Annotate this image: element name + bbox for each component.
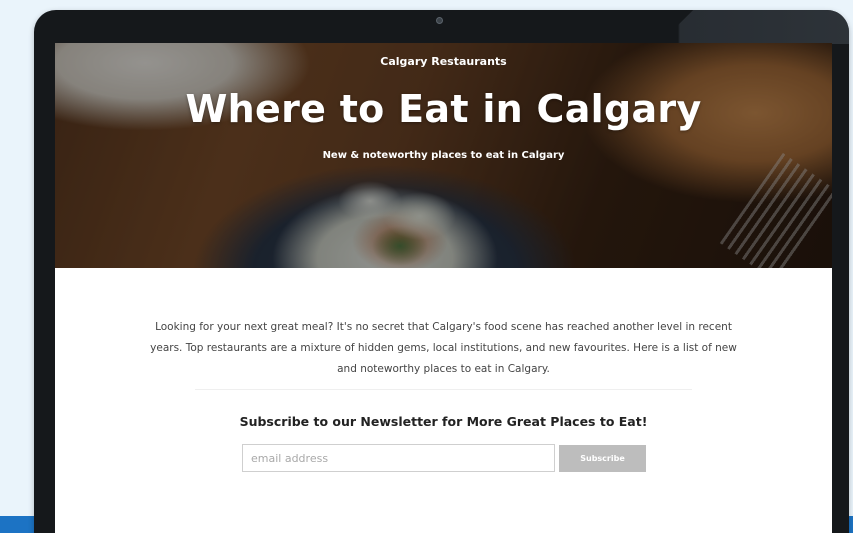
- subscribe-button[interactable]: Subscribe: [559, 445, 646, 472]
- newsletter-heading: Subscribe to our Newsletter for More Gre…: [239, 414, 648, 429]
- section-divider: [195, 389, 692, 390]
- webcam-dot-icon: [436, 17, 443, 24]
- hero-banner: Calgary Restaurants Where to Eat in Calg…: [55, 43, 832, 268]
- main-content: Looking for your next great meal? It's n…: [55, 268, 832, 533]
- email-field[interactable]: [242, 444, 555, 472]
- newsletter-signup-form: Subscribe: [242, 444, 646, 472]
- hero-kicker: Calgary Restaurants: [380, 55, 507, 68]
- bezel-reflection: [659, 10, 849, 44]
- laptop-screen: Calgary Restaurants Where to Eat in Calg…: [55, 43, 832, 533]
- hero-subtitle: New & noteworthy places to eat in Calgar…: [322, 150, 565, 161]
- page-title: Where to Eat in Calgary: [185, 87, 702, 131]
- page-stage: Calgary Restaurants Where to Eat in Calg…: [0, 0, 853, 533]
- intro-paragraph: Looking for your next great meal? It's n…: [150, 321, 737, 375]
